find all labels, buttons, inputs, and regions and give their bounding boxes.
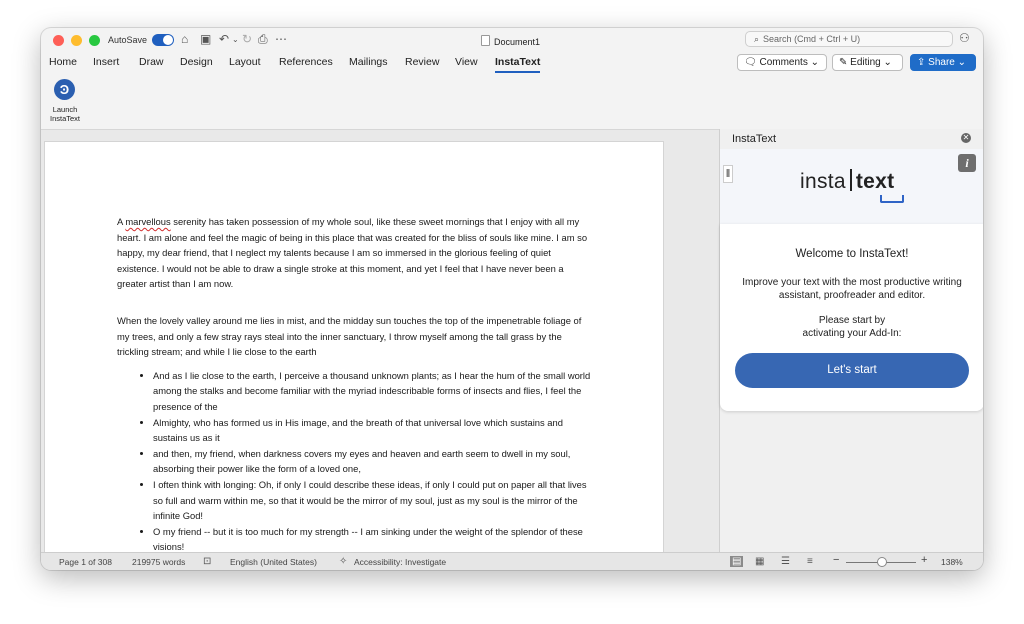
tab-instatext[interactable]: InstaText [495, 56, 541, 73]
chevron-down-icon: ⌄ [957, 57, 967, 68]
lets-start-button[interactable]: Let's start [735, 353, 969, 388]
paragraph-1: A marvellous serenity has taken possessi… [117, 216, 588, 290]
tab-home[interactable]: Home [49, 56, 77, 68]
word-window: AutoSave ⌂ ▣ ↶ ⌄ ↻ ⎙ ⋯ Document1 ⌕ Search… [41, 28, 983, 570]
outline-view-icon[interactable]: ☰ [781, 556, 790, 567]
document-icon [481, 35, 490, 46]
list-item: And as I lie close to the earth, I perce… [153, 368, 593, 415]
language-indicator[interactable]: English (United States) [230, 557, 317, 567]
welcome-card: Welcome to InstaText! Improve your text … [720, 224, 983, 411]
zoom-in-icon[interactable]: + [921, 554, 927, 566]
document-title: Document1 [481, 35, 540, 47]
pane-title: InstaText [732, 133, 777, 145]
draft-view-icon[interactable]: ≡ [807, 556, 813, 567]
tab-view[interactable]: View [455, 56, 478, 68]
share-icon: ⇪ [917, 57, 926, 68]
instatext-icon: Ͽ [54, 79, 75, 100]
tab-draw[interactable]: Draw [139, 56, 164, 68]
accessibility-status[interactable]: Accessibility: Investigate [354, 557, 446, 567]
zoom-window-button[interactable] [89, 35, 100, 46]
welcome-heading: Welcome to InstaText! [795, 248, 909, 260]
close-icon[interactable]: ✕ [961, 133, 971, 143]
list-item: Almighty, who has formed us in His image… [153, 415, 593, 446]
list-item: and then, my friend, when darkness cover… [153, 446, 593, 477]
list-item: O my friend -- but it is too much for my… [153, 524, 593, 553]
zoom-out-icon[interactable]: − [833, 554, 839, 566]
comment-icon: 🗨 [744, 57, 757, 68]
bullet-list: And as I lie close to the earth, I perce… [117, 368, 593, 553]
tab-review[interactable]: Review [405, 56, 439, 68]
zoom-level[interactable]: 138% [941, 557, 963, 567]
undo-dropdown-icon[interactable]: ⌄ [232, 35, 239, 44]
tab-mailings[interactable]: Mailings [349, 56, 388, 68]
autosave-label: AutoSave [108, 35, 148, 45]
chevron-down-icon: ⌄ [810, 57, 820, 68]
share-button[interactable]: ⇪ Share ⌄ [910, 54, 976, 71]
list-item: I often think with longing: Oh, if only … [153, 477, 593, 524]
instatext-logo: insta text [800, 169, 895, 193]
accessibility-icon[interactable]: ✧ [339, 556, 347, 567]
people-icon[interactable]: ⚇ [959, 31, 970, 45]
close-window-button[interactable] [53, 35, 64, 46]
spelling-icon[interactable]: ⊡ [203, 556, 211, 567]
document-canvas[interactable]: A marvellous serenity has taken possessi… [41, 129, 719, 553]
ribbon: Ͽ Launch InstaText [41, 76, 983, 128]
paragraph-2: When the lovely valley around me lies in… [117, 314, 582, 358]
chevron-down-icon: ⌄ [883, 57, 892, 68]
minimize-window-button[interactable] [71, 35, 82, 46]
title-bar: AutoSave ⌂ ▣ ↶ ⌄ ↻ ⎙ ⋯ Document1 ⌕ Search… [41, 28, 983, 50]
search-icon: ⌕ [754, 34, 760, 44]
pane-header: ‖ i insta text [720, 149, 983, 224]
document-page[interactable]: A marvellous serenity has taken possessi… [44, 141, 664, 553]
editing-button[interactable]: ✎ Editing ⌄ [832, 54, 903, 71]
misspelled-word[interactable]: marvellous [125, 216, 170, 227]
word-count[interactable]: 219975 words [132, 557, 185, 567]
comments-button[interactable]: 🗨 Comments ⌄ [737, 54, 827, 71]
logo-arrow-icon [880, 195, 904, 203]
welcome-description: Improve your text with the most producti… [742, 277, 962, 301]
print-icon[interactable]: ⎙ [258, 32, 268, 47]
tab-design[interactable]: Design [180, 56, 213, 68]
save-icon[interactable]: ▣ [200, 32, 211, 46]
info-icon[interactable]: i [958, 154, 976, 172]
autosave-toggle[interactable] [152, 34, 174, 46]
redo-icon[interactable]: ↻ [242, 32, 252, 46]
zoom-slider-thumb[interactable] [877, 557, 887, 567]
page-count[interactable]: Page 1 of 308 [59, 557, 112, 567]
web-layout-icon[interactable]: ▦ [755, 556, 764, 567]
document-body[interactable]: A marvellous serenity has taken possessi… [117, 214, 593, 553]
undo-icon[interactable]: ↶ [219, 32, 229, 46]
instatext-pane: InstaText ✕ ‖ i insta text Welcome to Ins… [719, 129, 983, 552]
tab-references[interactable]: References [279, 56, 333, 68]
tab-layout[interactable]: Layout [229, 56, 261, 68]
pencil-icon: ✎ [839, 57, 848, 68]
home-icon[interactable]: ⌂ [181, 32, 188, 46]
tab-insert[interactable]: Insert [93, 56, 119, 68]
print-layout-icon[interactable]: ▤ [730, 556, 744, 567]
pane-handle[interactable]: ‖ [723, 165, 733, 183]
status-bar: Page 1 of 308 219975 words ⊡ English (Un… [41, 552, 983, 570]
search-input[interactable]: ⌕ Search (Cmd + Ctrl + U) [745, 31, 953, 47]
activation-instructions: Please start by activating your Add-In: [802, 315, 902, 339]
more-icon[interactable]: ⋯ [275, 32, 287, 46]
